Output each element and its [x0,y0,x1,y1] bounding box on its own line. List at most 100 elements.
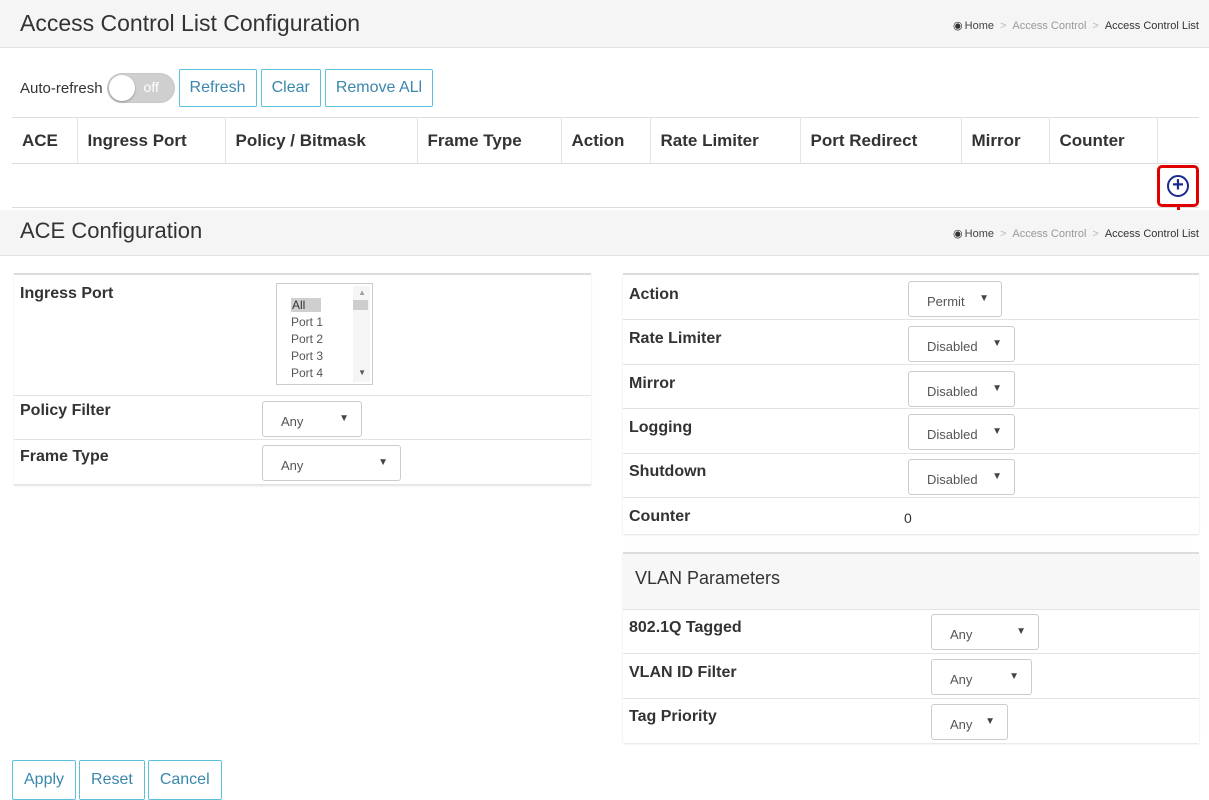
rate-limiter-label: Rate Limiter [629,330,722,347]
column-ingress-port: Ingress Port [77,117,226,164]
page-title: Access Control List Configuration [20,10,361,36]
column-actions [1157,117,1199,164]
policy-filter-select[interactable]: Any ▼ [262,401,362,437]
toggle-knob [108,75,135,101]
cancel-button[interactable]: Cancel [147,760,222,800]
refresh-button[interactable]: Refresh [178,69,257,107]
counter-value: 0 [904,510,912,526]
action-label: Action [629,286,679,303]
plus-circle-icon[interactable]: + [1167,175,1189,197]
counter-label: Counter [629,508,691,525]
add-ace-highlight: + [1157,165,1199,207]
tagged-value: Any [950,627,973,642]
ingress-port-row: Ingress Port All Port 1 Port 2 Port 3 Po… [14,275,591,396]
action-select[interactable]: Permit ▼ [908,281,1002,317]
shutdown-value: Disabled [927,472,978,487]
column-ace: ACE [12,117,78,164]
toolbar: Auto-refresh off Refresh Clear Remove AL… [20,69,437,107]
column-policy-bitmask: Policy / Bitmask [225,117,418,164]
remove-all-button[interactable]: Remove ALl [324,69,434,107]
vlan-id-filter-value: Any [950,672,973,687]
chevron-down-icon: ▼ [992,426,1002,437]
form-actions: Apply Reset Cancel [12,760,225,800]
ingress-port-option[interactable]: All [291,298,322,312]
page-header: Access Control List Configuration ◉ Home >… [0,0,1209,48]
action-row: Action Permit ▼ [623,275,1199,320]
mirror-value: Disabled [927,384,978,399]
mirror-select[interactable]: Disabled ▼ [908,371,1015,407]
acl-table: ACE Ingress Port Policy / Bitmask Frame … [12,117,1199,208]
chevron-down-icon: ▼ [979,293,989,304]
breadcrumb-separator: > [999,228,1007,240]
policy-filter-value: Any [281,414,304,429]
empty-cell [12,163,1199,208]
toggle-state: off [143,79,159,95]
scrollbar-thumb[interactable] [353,300,368,310]
tagged-label: 802.1Q Tagged [629,619,742,636]
scroll-down-icon[interactable]: ▼ [358,368,366,377]
policy-filter-label: Policy Filter [20,402,111,419]
column-counter: Counter [1049,117,1158,164]
mirror-row: Mirror Disabled ▼ [623,365,1199,409]
logging-select[interactable]: Disabled ▼ [908,414,1015,450]
ingress-port-label: Ingress Port [20,285,114,302]
action-value: Permit [927,294,965,309]
ingress-port-option[interactable]: Port 4 [291,366,323,380]
auto-refresh-toggle[interactable]: off [106,73,175,103]
scroll-up-icon[interactable]: ▲ [358,288,366,297]
chevron-down-icon: ▼ [992,383,1002,394]
chevron-down-icon: ▼ [1009,671,1019,682]
logging-value: Disabled [927,427,978,442]
breadcrumb-current: Access Control List [1104,228,1199,240]
table-header-row: ACE Ingress Port Policy / Bitmask Frame … [12,117,1199,164]
column-frame-type: Frame Type [417,117,562,164]
frame-type-value: Any [281,458,304,473]
vlan-panel-header: VLAN Parameters [623,554,1199,610]
breadcrumb-separator: > [1092,228,1099,240]
vlan-id-filter-row: VLAN ID Filter Any ▼ [623,654,1199,699]
ace-section-title: ACE Configuration [20,218,203,243]
vlan-panel-title: VLAN Parameters [635,568,781,588]
ace-left-panel: Ingress Port All Port 1 Port 2 Port 3 Po… [14,273,591,485]
rate-limiter-row: Rate Limiter Disabled ▼ [623,320,1199,365]
logging-label: Logging [629,419,693,436]
chevron-down-icon: ▼ [985,716,995,727]
vlan-id-filter-select[interactable]: Any ▼ [931,659,1032,695]
breadcrumb-separator: > [999,20,1007,32]
dashboard-icon: ◉ [953,228,963,240]
breadcrumb-separator: > [1092,20,1099,32]
auto-refresh-label: Auto-refresh [20,79,103,97]
mirror-label: Mirror [629,375,676,392]
breadcrumb-section[interactable]: Access Control [1012,228,1086,240]
chevron-down-icon: ▼ [1016,626,1026,637]
frame-type-select[interactable]: Any ▼ [262,445,401,481]
counter-row: Counter 0 [623,498,1199,534]
shutdown-row: Shutdown Disabled ▼ [623,454,1199,498]
tag-priority-select[interactable]: Any ▼ [931,704,1008,740]
shutdown-select[interactable]: Disabled ▼ [908,459,1015,495]
tagged-select[interactable]: Any ▼ [931,614,1039,650]
breadcrumb-current: Access Control List [1104,20,1199,32]
breadcrumb-home[interactable]: Home [965,228,994,240]
tag-priority-label: Tag Priority [629,708,717,725]
chevron-down-icon: ▼ [378,457,388,468]
frame-type-row: Frame Type Any ▼ [14,440,591,485]
tagged-row: 802.1Q Tagged Any ▼ [623,610,1199,654]
ingress-port-listbox[interactable]: All Port 1 Port 2 Port 3 Port 4 ▲ ▼ [276,283,373,385]
breadcrumb-home[interactable]: Home [965,20,994,32]
chevron-down-icon: ▼ [992,338,1002,349]
vlan-parameters-panel: VLAN Parameters 802.1Q Tagged Any ▼ VLAN… [623,552,1199,743]
clear-button[interactable]: Clear [260,69,321,107]
rate-limiter-select[interactable]: Disabled ▼ [908,326,1015,362]
column-port-redirect: Port Redirect [800,117,962,164]
chevron-down-icon: ▼ [992,471,1002,482]
reset-button[interactable]: Reset [79,760,145,800]
breadcrumb-section[interactable]: Access Control [1012,20,1086,32]
apply-button[interactable]: Apply [12,760,77,800]
rate-limiter-value: Disabled [927,339,978,354]
vlan-id-filter-label: VLAN ID Filter [629,664,737,681]
ingress-port-option[interactable]: Port 1 [291,315,323,329]
ingress-port-option[interactable]: Port 3 [291,349,323,363]
ingress-port-option[interactable]: Port 2 [291,332,323,346]
column-action: Action [561,117,651,164]
